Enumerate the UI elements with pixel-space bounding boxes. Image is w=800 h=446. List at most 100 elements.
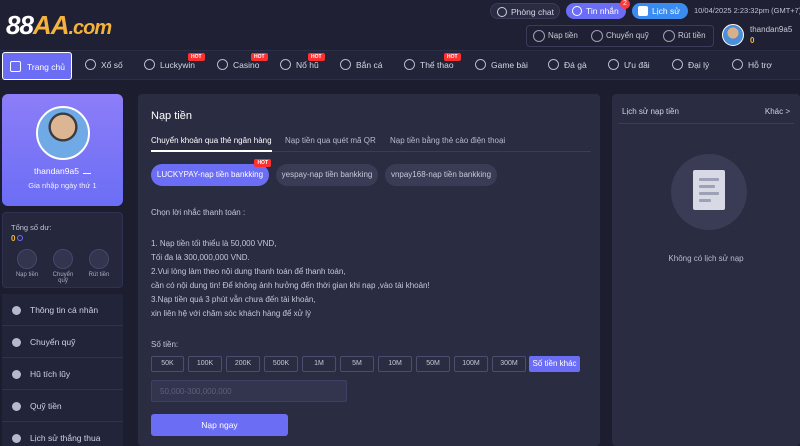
- profile-avatar[interactable]: [36, 106, 90, 160]
- user-avatar[interactable]: [722, 24, 744, 46]
- transfer-icon: [53, 249, 73, 269]
- messages-count-badge: 2: [620, 0, 630, 9]
- nav-card-games[interactable]: Game bài: [475, 51, 528, 79]
- withdraw-icon: [89, 249, 109, 269]
- nav-luckywin[interactable]: Luckywin HOT: [144, 51, 205, 79]
- header-transfer-button[interactable]: Chuyển quỹ: [588, 27, 649, 45]
- wallet-deposit-button[interactable]: Nạp tiền: [13, 249, 41, 278]
- sports-icon: [404, 59, 415, 70]
- wallet-amount: 0: [11, 234, 16, 243]
- nav-sports[interactable]: Thể thao HOT: [404, 51, 461, 79]
- top-header: 88AA.com Phòng chat Tin nhắn 2 Lịch sử 1…: [0, 0, 800, 50]
- deposit-history-panel: Lịch sử nạp tiền Khác > Không có lịch sử…: [612, 94, 800, 446]
- wallet-card: Tổng số dư: 0 Nạp tiền Chuyển quỹ Rút ti…: [2, 212, 123, 288]
- profile-username: thandan9a5: [34, 166, 79, 176]
- transfer-icon: [591, 30, 603, 42]
- hot-badge: HOT: [251, 53, 268, 61]
- cockfight-icon: [548, 59, 559, 70]
- edit-icon[interactable]: [82, 166, 91, 174]
- amount-input[interactable]: [151, 380, 347, 402]
- gift-icon: [608, 59, 619, 70]
- header-withdraw-button[interactable]: Rút tiền: [660, 27, 706, 45]
- amount-50m-button[interactable]: 50M: [416, 356, 450, 372]
- nav-agent[interactable]: Đại lý: [672, 51, 709, 79]
- header-deposit-button[interactable]: Nạp tiền: [530, 27, 578, 45]
- note-line: xin liên hệ với chăm sóc khách hàng để x…: [151, 309, 312, 318]
- datetime-display: 10/04/2025 2:23:32pm (GMT+7): [694, 6, 800, 15]
- note-line: 2.Vui lòng làm theo nội dung thanh toán …: [151, 267, 346, 276]
- channel-luckypay[interactable]: LUCKYPAY-nạp tiền bankking HOT: [151, 159, 271, 186]
- header-balance: 0: [750, 36, 755, 45]
- join-day-text: Gia nhập ngày thứ 1: [28, 181, 97, 190]
- lottery-icon: [85, 59, 96, 70]
- nav-cockfight[interactable]: Đá gà: [548, 51, 587, 79]
- menu-item-profile[interactable]: Thông tin cá nhân: [2, 294, 123, 326]
- hot-badge: HOT: [188, 53, 205, 61]
- amount-200k-button[interactable]: 200K: [226, 356, 260, 372]
- history-icon: [12, 434, 21, 443]
- note-line: cần có nội dung tin! Để không ảnh hưởng …: [151, 281, 430, 290]
- amount-50k-button[interactable]: 50K: [151, 356, 184, 372]
- amount-500k-button[interactable]: 500K: [264, 356, 298, 372]
- nav-promotions[interactable]: Ưu đãi: [608, 51, 650, 79]
- history-button[interactable]: Lịch sử: [632, 3, 688, 19]
- history-more-link[interactable]: Khác >: [765, 107, 790, 116]
- wallet-transfer-button[interactable]: Chuyển quỹ: [49, 249, 77, 284]
- deposit-method-tabs: Chuyển khoản qua thẻ ngân hàng Nạp tiền …: [151, 136, 591, 152]
- menu-item-jackpot[interactable]: Hũ tích lũy: [2, 358, 123, 390]
- hot-badge: HOT: [254, 159, 271, 167]
- amount-300m-button[interactable]: 300M: [492, 356, 526, 372]
- note-line: Tối đa là 300,000,000 VND.: [151, 253, 250, 262]
- other-amount-button[interactable]: Số tiền khác: [529, 356, 580, 372]
- history-title: Lịch sử nạp tiền: [622, 107, 679, 116]
- nav-support[interactable]: Hỗ trợ: [732, 51, 772, 79]
- card-games-icon: [475, 59, 486, 70]
- payment-prompt: Chọn lời nhắc thanh toán :: [151, 208, 246, 217]
- tab-phone-card[interactable]: Nạp tiền bằng thẻ cào điện thoại: [390, 136, 505, 152]
- luckywin-icon: [144, 59, 155, 70]
- nav-casino[interactable]: Casino HOT: [217, 51, 268, 79]
- wallet-withdraw-button[interactable]: Rút tiền: [85, 249, 113, 278]
- menu-item-funds[interactable]: Quỹ tiền: [2, 390, 123, 422]
- amount-5m-button[interactable]: 5M: [340, 356, 374, 372]
- page-title: Nạp tiền: [151, 110, 192, 122]
- wallet-title: Tổng số dư:: [11, 223, 52, 232]
- channel-vnpay168[interactable]: vnpay168-nạp tiền bankking: [385, 164, 497, 186]
- nav-slots[interactable]: Nổ hũ HOT: [280, 51, 325, 79]
- tab-qr-code[interactable]: Nạp tiền qua quét mã QR: [285, 136, 376, 152]
- funds-icon: [12, 402, 21, 411]
- nav-home[interactable]: Trang chủ: [2, 52, 72, 80]
- support-icon: [732, 59, 743, 70]
- deposit-now-button[interactable]: Nạp ngay: [151, 414, 288, 436]
- fishing-icon: [340, 59, 351, 70]
- divider: [618, 123, 794, 124]
- refresh-icon[interactable]: [17, 235, 24, 241]
- menu-item-win-loss-history[interactable]: Lịch sử thắng thua: [2, 422, 123, 446]
- message-icon: [572, 6, 582, 16]
- deposit-panel: Nạp tiền Chuyển khoản qua thẻ ngân hàng …: [138, 94, 600, 446]
- main-nav: Trang chủ Xổ số Luckywin HOT Casino HOT …: [0, 50, 800, 80]
- channel-yespay[interactable]: yespay-nạp tiền bankking: [276, 164, 378, 186]
- casino-icon: [217, 59, 228, 70]
- note-line: 3.Nạp tiền quá 3 phút vẫn chưa đến tài k…: [151, 295, 316, 304]
- amount-1m-button[interactable]: 1M: [302, 356, 336, 372]
- nav-lottery[interactable]: Xổ số: [85, 51, 123, 79]
- chat-icon: [497, 7, 507, 17]
- history-icon: [638, 6, 648, 16]
- jackpot-icon: [12, 370, 21, 379]
- messages-button[interactable]: Tin nhắn 2: [566, 0, 630, 19]
- chat-room-button[interactable]: Phòng chat: [490, 3, 560, 19]
- withdraw-icon: [663, 30, 675, 42]
- empty-document-icon: [671, 154, 747, 230]
- note-line: 1. Nạp tiền tối thiểu là 50,000 VND,: [151, 239, 277, 248]
- account-menu: Thông tin cá nhân Chuyển quỹ Hũ tích lũy…: [2, 294, 123, 446]
- site-logo[interactable]: 88AA.com: [6, 10, 112, 41]
- amount-100m-button[interactable]: 100M: [454, 356, 488, 372]
- nav-fishing[interactable]: Bắn cá: [340, 51, 382, 79]
- amount-100k-button[interactable]: 100K: [188, 356, 222, 372]
- deposit-icon: [17, 249, 37, 269]
- menu-item-transfer[interactable]: Chuyển quỹ: [2, 326, 123, 358]
- amount-10m-button[interactable]: 10M: [378, 356, 412, 372]
- deposit-icon: [533, 30, 545, 42]
- tab-bank-transfer[interactable]: Chuyển khoản qua thẻ ngân hàng: [151, 136, 272, 152]
